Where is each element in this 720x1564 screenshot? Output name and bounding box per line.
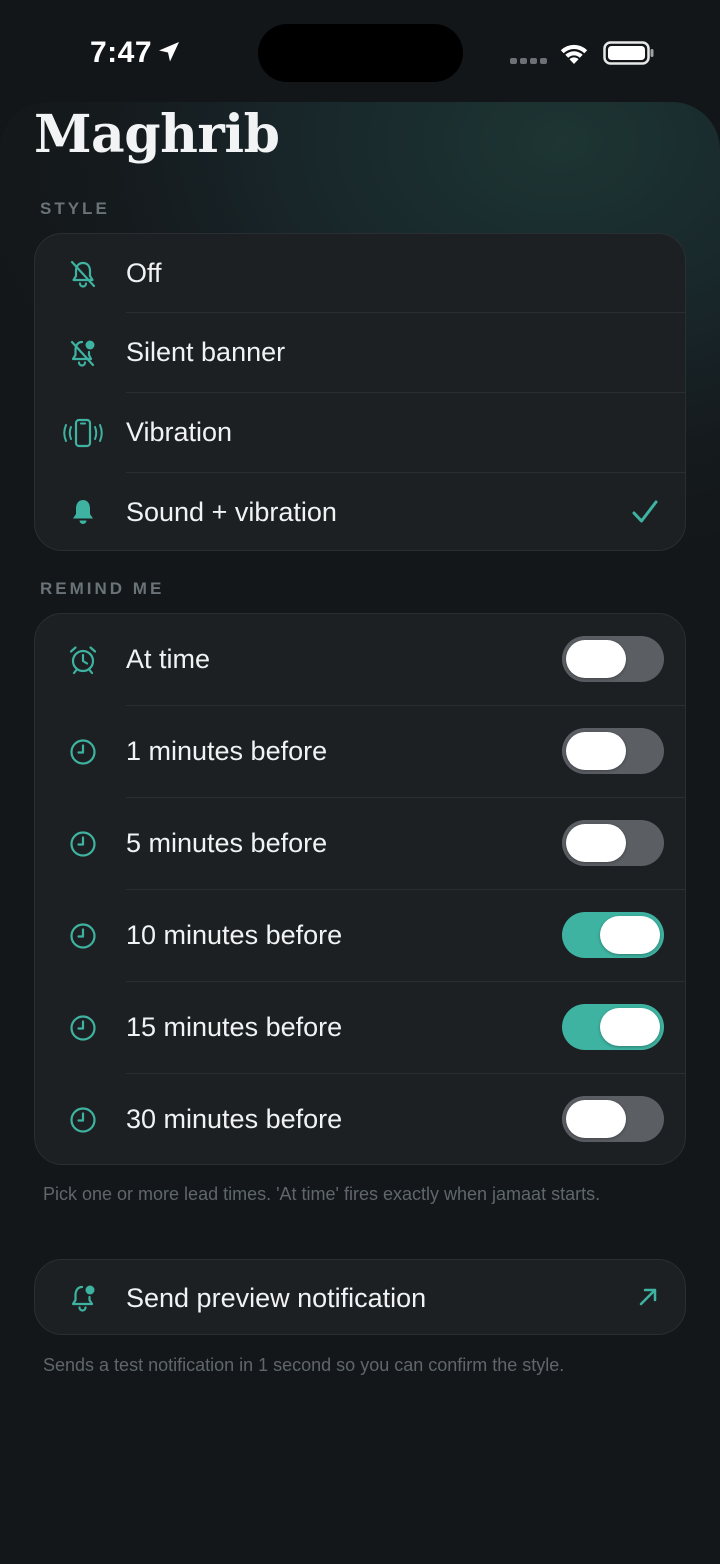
style-option-silent-banner[interactable]: Silent banner [35,313,685,393]
remind-footnote: Pick one or more lead times. 'At time' f… [43,1184,601,1204]
toggle-knob [566,824,626,862]
dynamic-island [258,24,463,82]
toggle-10-min[interactable] [562,912,664,958]
style-options-card: Off Silent banner Vibration Sound + vibr… [34,233,686,551]
remind-row-5-min: 5 minutes before [35,798,685,890]
toggle-30-min[interactable] [562,1096,664,1142]
toggle-at-time[interactable] [562,636,664,682]
style-section-label: STYLE [40,199,110,218]
style-option-label: Vibration [126,417,233,447]
remind-row-label: 15 minutes before [126,1012,343,1042]
remind-row-30-min: 30 minutes before [35,1074,685,1164]
alarm-clock-icon [69,646,97,675]
remind-row-at-time: At time [35,614,685,706]
remind-row-15-min: 15 minutes before [35,982,685,1074]
checkmark-icon [632,500,658,523]
remind-row-label: 30 minutes before [126,1104,343,1134]
toggle-5-min[interactable] [562,820,664,866]
style-option-sound-vibration[interactable]: Sound + vibration [35,473,685,550]
bell-filled-icon [73,500,93,524]
location-arrow-icon [159,42,179,62]
remind-row-label: At time [126,644,211,674]
toggle-knob [566,1100,626,1138]
remind-row-1-min: 1 minutes before [35,706,685,798]
preview-footnote: Sends a test notification in 1 second so… [43,1355,565,1375]
style-option-label: Silent banner [126,337,286,367]
remind-row-label: 5 minutes before [126,828,328,858]
wifi-icon [560,44,588,64]
arrow-up-right-icon [639,1288,657,1306]
bell-off-icon [70,260,96,288]
style-option-off[interactable]: Off [35,234,685,313]
clock-icon [70,1015,96,1041]
send-preview-button[interactable]: Send preview notification [34,1259,686,1335]
remind-section-label: REMIND ME [40,579,165,598]
style-option-vibration[interactable]: Vibration [35,393,685,473]
style-option-label: Off [126,258,162,288]
phone-vibrate-icon [63,418,103,448]
clock-icon [70,1107,96,1133]
send-preview-label: Send preview notification [126,1283,427,1313]
toggle-knob [566,640,626,678]
toggle-15-min[interactable] [562,1004,664,1050]
cellular-signal-icon [510,58,548,66]
battery-icon [603,41,654,65]
page-title: Maghrib [34,104,280,165]
clock-icon [70,739,96,765]
status-bar: 7:47 [0,0,720,100]
style-option-label: Sound + vibration [126,497,337,527]
toggle-1-min[interactable] [562,728,664,774]
clock-icon [70,923,96,949]
bell-silent-badge-icon [70,340,95,367]
clock-icon [70,831,96,857]
status-time: 7:47 [90,36,153,69]
remind-options-card: At time 1 minutes before 5 minutes befor… [34,613,686,1165]
remind-row-label: 10 minutes before [126,920,343,950]
toggle-knob [566,732,626,770]
toggle-knob [600,1008,660,1046]
toggle-knob [600,916,660,954]
remind-row-label: 1 minutes before [126,736,328,766]
remind-row-10-min: 10 minutes before [35,890,685,982]
bell-badge-icon [71,1285,95,1312]
